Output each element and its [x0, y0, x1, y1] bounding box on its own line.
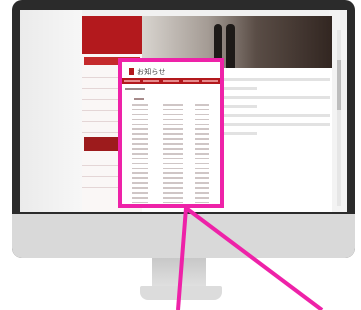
nav-bar-item[interactable]	[123, 80, 140, 82]
link-placeholder[interactable]	[194, 157, 209, 160]
link-placeholder[interactable]	[194, 177, 209, 179]
link-placeholder[interactable]	[194, 162, 209, 165]
link-placeholder[interactable]	[163, 148, 184, 150]
link-placeholder[interactable]	[163, 162, 184, 165]
nav-bar-item[interactable]	[162, 80, 179, 82]
link-placeholder[interactable]	[194, 113, 209, 116]
link-placeholder[interactable]	[194, 201, 209, 204]
link-placeholder[interactable]	[132, 157, 149, 160]
link-placeholder[interactable]	[163, 207, 183, 208]
link-placeholder[interactable]	[163, 138, 184, 140]
square-marker-icon	[129, 68, 134, 75]
link-placeholder[interactable]	[194, 187, 209, 189]
link-placeholder[interactable]	[132, 207, 148, 208]
link-placeholder[interactable]	[194, 148, 209, 150]
link-placeholder[interactable]	[132, 148, 149, 150]
link-placeholder[interactable]	[132, 201, 149, 204]
page-title: お知らせ	[137, 67, 166, 76]
link-placeholder[interactable]	[194, 118, 209, 121]
link-placeholder[interactable]	[132, 182, 149, 184]
link-placeholder[interactable]	[163, 118, 184, 121]
link-placeholder[interactable]	[194, 143, 209, 145]
link-placeholder[interactable]	[163, 108, 184, 111]
link-placeholder[interactable]	[194, 192, 209, 194]
link-placeholder[interactable]	[194, 108, 209, 111]
page-background-left	[20, 10, 82, 212]
link-grid	[132, 104, 218, 204]
zoom-panel-nav-bar[interactable]	[122, 78, 220, 84]
scrollbar-track[interactable]	[337, 30, 341, 206]
link-placeholder[interactable]	[195, 207, 209, 208]
monitor-chin	[12, 214, 355, 258]
link-placeholder[interactable]	[132, 108, 149, 111]
nav-bar-item[interactable]	[202, 80, 219, 82]
link-placeholder[interactable]	[163, 187, 184, 189]
link-placeholder[interactable]	[132, 172, 149, 175]
link-placeholder[interactable]	[132, 167, 149, 170]
link-placeholder[interactable]	[194, 133, 209, 135]
link-placeholder[interactable]	[132, 192, 149, 194]
section-heading	[125, 88, 145, 90]
link-placeholder[interactable]	[194, 196, 209, 199]
link-placeholder[interactable]	[132, 187, 149, 189]
link-placeholder[interactable]	[194, 138, 209, 140]
hero-figure	[226, 24, 235, 68]
link-placeholder[interactable]	[163, 113, 184, 116]
link-placeholder[interactable]	[194, 172, 209, 175]
link-placeholder[interactable]	[194, 128, 209, 131]
link-placeholder[interactable]	[163, 128, 184, 131]
link-placeholder[interactable]	[132, 104, 149, 106]
section-subheading	[134, 98, 144, 100]
link-placeholder[interactable]	[163, 152, 184, 155]
link-placeholder[interactable]	[132, 128, 149, 131]
scrollbar-thumb[interactable]	[337, 60, 341, 110]
link-placeholder[interactable]	[163, 143, 184, 145]
link-placeholder[interactable]	[163, 196, 184, 199]
link-placeholder[interactable]	[194, 167, 209, 170]
link-placeholder[interactable]	[132, 118, 149, 121]
link-placeholder[interactable]	[163, 192, 184, 194]
zoom-highlight-panel: お知らせ	[118, 58, 224, 208]
nav-bar-item[interactable]	[182, 80, 199, 82]
link-placeholder[interactable]	[132, 133, 149, 135]
link-placeholder[interactable]	[132, 152, 149, 155]
link-placeholder[interactable]	[163, 133, 184, 135]
link-placeholder[interactable]	[132, 177, 149, 179]
monitor-stand-base	[140, 286, 222, 300]
link-placeholder[interactable]	[194, 123, 209, 126]
link-placeholder[interactable]	[194, 104, 209, 106]
nav-bar-item[interactable]	[143, 80, 160, 82]
link-placeholder[interactable]	[163, 123, 184, 126]
link-placeholder[interactable]	[132, 113, 149, 116]
link-placeholder[interactable]	[132, 162, 149, 165]
link-placeholder[interactable]	[163, 104, 184, 106]
link-placeholder[interactable]	[132, 123, 149, 126]
link-placeholder[interactable]	[194, 152, 209, 155]
link-placeholder[interactable]	[132, 138, 149, 140]
link-placeholder[interactable]	[132, 196, 149, 199]
link-placeholder[interactable]	[163, 182, 184, 184]
link-placeholder[interactable]	[132, 143, 149, 145]
link-placeholder[interactable]	[163, 177, 184, 179]
link-placeholder[interactable]	[163, 167, 184, 170]
site-logo[interactable]	[82, 16, 142, 54]
link-placeholder[interactable]	[163, 172, 184, 175]
link-placeholder[interactable]	[194, 182, 209, 184]
link-placeholder[interactable]	[163, 201, 184, 204]
link-placeholder[interactable]	[163, 157, 184, 160]
zoom-panel-title: お知らせ	[129, 66, 213, 77]
